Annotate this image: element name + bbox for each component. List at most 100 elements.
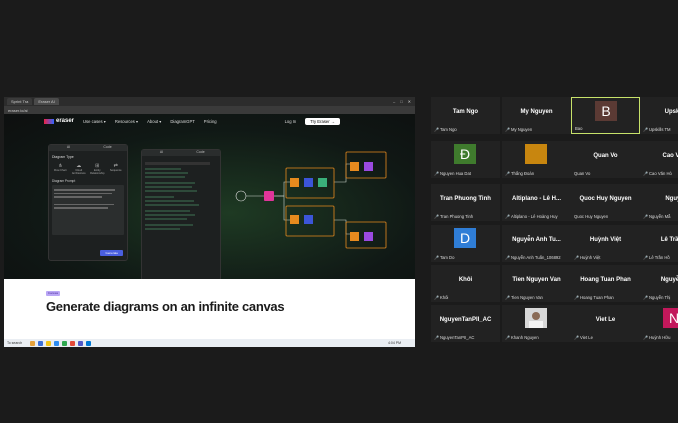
type-flow-chart[interactable]: ⋔ Flow Chart xyxy=(52,163,68,175)
mic-muted-icon: 🎤 xyxy=(505,295,510,300)
participant-tile[interactable]: NguyenTanPII_AC 🎤 NguyenTanPII_AC xyxy=(431,305,500,342)
browser-tab[interactable]: Sprint Tra xyxy=(7,98,33,105)
queue-node xyxy=(364,232,373,241)
mic-muted-icon: 🎤 xyxy=(574,255,579,260)
minimize-icon[interactable]: – xyxy=(393,99,395,104)
meeting-window: Sprint Tra Eraser AI – □ ✕ eraser.io/ai … xyxy=(0,0,678,423)
tab-ai[interactable]: AI xyxy=(49,145,88,151)
code-line xyxy=(145,168,181,170)
participant-label-text: Nguyễn Anh Tuấn_106892 xyxy=(510,255,561,260)
type-sequence[interactable]: ⇄ Sequence xyxy=(108,163,124,175)
diagram-canvas[interactable] xyxy=(224,150,404,260)
participant-tile[interactable]: Khôi 🎤 Khôi xyxy=(431,265,500,302)
tab-code[interactable]: Code xyxy=(88,145,127,151)
db-node xyxy=(304,215,313,224)
participant-tile[interactable]: Hoang Tuan Phan 🎤 Hoang Tuan Phan xyxy=(571,265,640,302)
url-bar[interactable]: eraser.io/ai xyxy=(4,106,415,114)
mic-muted-icon: 🎤 xyxy=(643,214,648,219)
nav-item[interactable]: Pricing xyxy=(204,119,217,124)
participant-tile[interactable]: Nguyễ 🎤Nguyễn Mẫ xyxy=(640,184,678,221)
participant-label: 🎤 Lê Trần Hồ xyxy=(643,255,670,260)
text-line xyxy=(54,196,102,198)
participant-tile[interactable]: Đ 🎤 Nguyen Hua Dat xyxy=(431,141,500,178)
chrome-icon[interactable] xyxy=(70,340,76,346)
participant-tile[interactable]: 🎤 Khanh Nguyen xyxy=(502,305,571,342)
participant-tile[interactable]: Cao Văn 🎤Cao Văn Hò xyxy=(640,141,678,178)
close-icon[interactable]: ✕ xyxy=(408,99,411,104)
eraser-logo[interactable]: eraser xyxy=(44,118,74,124)
code-line xyxy=(145,224,193,226)
participant-tile[interactable]: Quoc Huy Nguyen Quoc Huy Nguyen xyxy=(571,184,640,221)
maximize-icon[interactable]: □ xyxy=(400,99,402,104)
participant-tile[interactable]: Huỳnh Việt 🎤 Huỳnh Việt xyxy=(571,225,640,262)
type-cloud[interactable]: ☁ Cloud Architecture xyxy=(71,163,87,175)
nav-item[interactable]: Resources ▾ xyxy=(115,119,138,124)
teams-icon[interactable] xyxy=(78,340,84,346)
participant-name: Nguyễ xyxy=(665,196,678,202)
nav-item[interactable]: Use cases ▾ xyxy=(83,119,106,124)
nav-item[interactable]: About ▾ xyxy=(147,119,161,124)
code-line xyxy=(145,176,185,178)
mic-muted-icon: 🎤 xyxy=(643,335,648,340)
try-eraser-button[interactable]: Try Eraser → xyxy=(305,117,340,125)
participant-tile[interactable]: N 🎤 Huỳnh Hữu xyxy=(640,305,678,342)
app-icon[interactable] xyxy=(38,340,44,346)
app-icon[interactable] xyxy=(30,340,36,346)
windows-taskbar: To search 4:04 PM xyxy=(4,339,415,347)
participant-tile[interactable]: Viet Le 🎤 Viet Le xyxy=(571,305,640,342)
participant-tile[interactable]: Lê Trần H 🎤Lê Trần Hồ xyxy=(640,225,678,262)
mic-muted-icon: 🎤 xyxy=(434,171,439,176)
code-panel: AI Code xyxy=(141,149,221,281)
type-label: Sequence xyxy=(109,169,122,172)
diagram-type-options: ⋔ Flow Chart ☁ Cloud Architecture ⊞ Entity … xyxy=(49,161,127,179)
mic-muted-icon: 🎤 xyxy=(643,255,648,260)
participant-tile[interactable]: D 🎤 Tam Do xyxy=(431,225,500,262)
participant-name: NguyenTanPII_AC xyxy=(439,317,492,323)
login-link[interactable]: Log In xyxy=(285,119,297,124)
participant-label-text: Thắng Đoàn xyxy=(510,171,535,176)
participant-tile[interactable]: Altiplano - Lê H... 🎤 Altiplano - Lê Hoàng… xyxy=(502,184,571,221)
participant-label-text: Viet Le xyxy=(579,335,593,340)
app-icon[interactable] xyxy=(62,340,68,346)
participant-tile[interactable]: My Nguyen 🎤 My Nguyen xyxy=(502,97,571,134)
participant-tile[interactable]: Tam Ngo 🎤 Tam Ngo xyxy=(431,97,500,134)
app-icon[interactable] xyxy=(54,340,60,346)
participant-label-text: Bao xyxy=(575,126,583,131)
participant-tile[interactable]: 🎤 Thắng Đoàn xyxy=(502,141,571,178)
participant-label: 🎤 Altiplano - Lê Hoàng Huy xyxy=(505,214,558,219)
prompt-textarea[interactable] xyxy=(52,185,124,235)
participant-name: Cao Văn xyxy=(662,153,678,159)
participant-tile[interactable]: Tran Phuong Tinh 🎤 Tran Phuong Tinh xyxy=(431,184,500,221)
participant-name: Nguyễn Anh Tu... xyxy=(512,237,561,243)
folder-icon[interactable] xyxy=(46,340,52,346)
browser-tab-active[interactable]: Eraser AI xyxy=(34,98,59,105)
mic-muted-icon: 🎤 xyxy=(434,127,439,132)
shared-screen: Sprint Tra Eraser AI – □ ✕ eraser.io/ai … xyxy=(4,97,415,347)
participant-tile[interactable]: B Bao xyxy=(571,97,640,134)
mic-muted-icon: 🎤 xyxy=(643,171,648,176)
participant-label: 🎤 Nguyễn Thị xyxy=(643,295,670,300)
code-tab-code[interactable]: Code xyxy=(181,150,220,156)
code-tab-ai[interactable]: AI xyxy=(142,150,181,156)
participant-tile[interactable]: Tien Nguyen Van 🎤 Tien Nguyen Van xyxy=(502,265,571,302)
type-er[interactable]: ⊞ Entity Relationship xyxy=(89,163,105,175)
participant-label: 🎤 Nguyen Hua Dat xyxy=(434,171,471,176)
participant-tile[interactable]: Quan Vo Quan Vo xyxy=(571,141,640,178)
participant-label-text: Hoang Tuan Phan xyxy=(579,295,614,300)
participant-tile[interactable]: Upskill 🎤Upskills TM xyxy=(640,97,678,134)
participant-name: Khôi xyxy=(458,277,473,283)
participant-label-text: Tien Nguyen Van xyxy=(510,295,543,300)
participant-label-text: My Nguyen xyxy=(510,127,533,132)
taskbar-search[interactable]: To search xyxy=(4,341,30,345)
participant-label: 🎤 Tien Nguyen Van xyxy=(505,295,543,300)
participant-tile[interactable]: Nguyễn Anh Tu... 🎤 Nguyễn Anh Tuấn_106892 xyxy=(502,225,571,262)
mic-muted-icon: 🎤 xyxy=(505,255,510,260)
diagram-type-title: Diagram Type xyxy=(52,155,74,159)
participant-tile[interactable]: Nguyễn T 🎤Nguyễn Thị xyxy=(640,265,678,302)
nav-item[interactable]: DiagramGPT xyxy=(170,119,194,124)
app-icon[interactable] xyxy=(86,340,92,346)
internet-globe-icon xyxy=(235,190,247,202)
generate-button[interactable]: Generate xyxy=(100,250,123,256)
code-editor[interactable] xyxy=(142,156,220,235)
brand-name: eraser xyxy=(56,118,75,124)
